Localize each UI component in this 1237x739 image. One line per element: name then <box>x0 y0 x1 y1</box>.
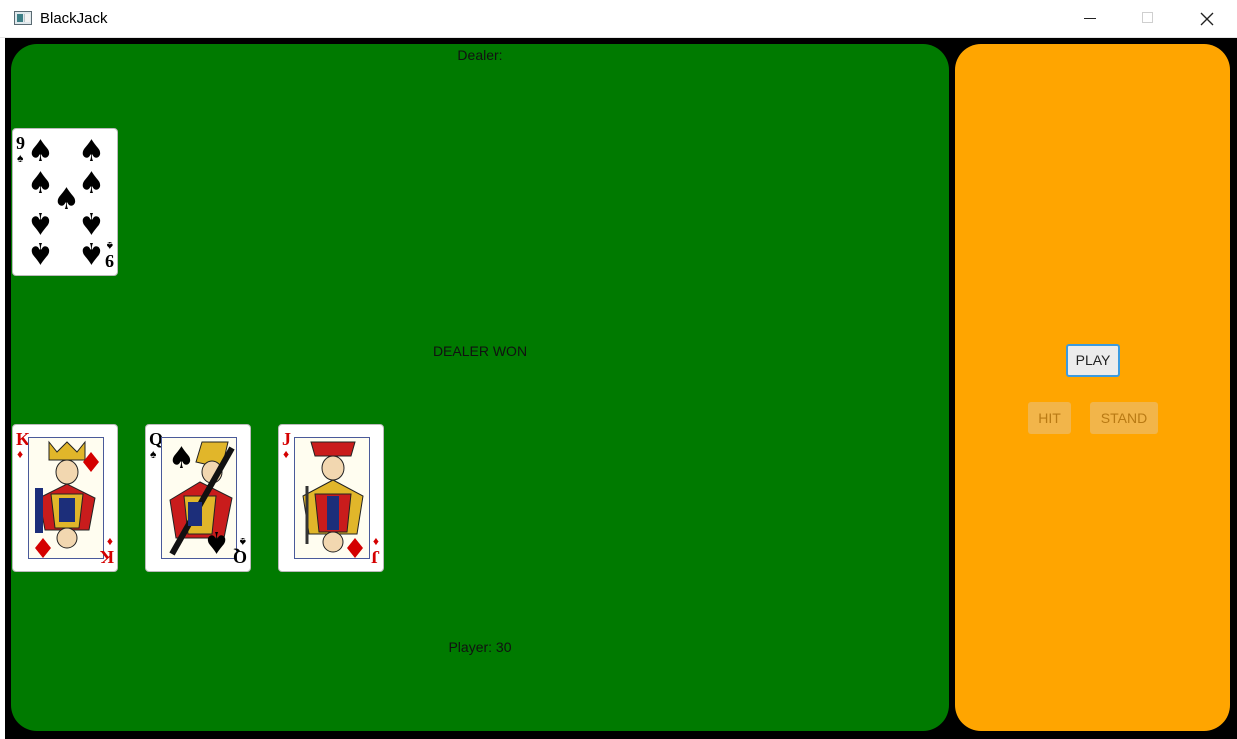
queen-face-illustration: ♠ ♠ <box>161 437 237 559</box>
card-corner: Q ♠ <box>232 535 247 567</box>
card-corner: J ♦ <box>371 535 380 567</box>
close-icon <box>1200 12 1214 26</box>
maximize-button[interactable] <box>1119 0 1177 38</box>
app-window-icon <box>14 11 32 25</box>
maximize-icon <box>1142 12 1153 23</box>
dealer-card-9-spades: 9 ♠ ♠ ♠ ♠ ♠ ♠ ♠ ♠ ♠ ♠ 9 ♠ <box>12 128 118 276</box>
title-bar: BlackJack <box>0 0 1237 38</box>
spade-pip: ♠ <box>78 166 105 201</box>
spade-pip: ♠ <box>78 205 105 240</box>
window-content: Dealer: 9 ♠ ♠ ♠ ♠ ♠ ♠ ♠ ♠ ♠ ♠ 9 ♠ DEALER W… <box>5 38 1237 739</box>
dealer-label: Dealer: <box>457 47 503 63</box>
card-corner: 9 ♠ <box>105 239 114 271</box>
player-card-king-diamonds: K ♦ K ♦ <box>12 424 118 572</box>
player-card-queen-spades: Q ♠ ♠ ♠ Q ♠ <box>145 424 251 572</box>
svg-text:♠: ♠ <box>168 441 195 476</box>
game-result-text: DEALER WON <box>432 343 528 359</box>
minimize-icon <box>1084 18 1096 19</box>
card-corner: K ♦ <box>99 535 114 567</box>
player-card-jack-diamonds: J ♦ J ♦ <box>278 424 384 572</box>
play-button[interactable]: PLAY <box>1066 344 1120 377</box>
close-button[interactable] <box>1178 0 1236 38</box>
hit-button[interactable]: HIT <box>1028 402 1071 434</box>
window-title: BlackJack <box>40 10 108 27</box>
spade-pip: ♠ <box>27 205 54 240</box>
minimize-button[interactable] <box>1062 0 1120 38</box>
spade-pip: ♠ <box>53 182 80 217</box>
controls-panel: PLAY HIT STAND <box>955 44 1230 731</box>
card-corner: 9 ♠ <box>16 133 25 165</box>
card-corner: J ♦ <box>282 429 291 461</box>
svg-text:♠: ♠ <box>203 524 230 559</box>
player-score-label: Player: 30 <box>448 639 512 655</box>
spade-pip: ♠ <box>27 166 54 201</box>
spade-pip: ♠ <box>27 134 54 169</box>
spade-pip: ♠ <box>27 235 54 270</box>
spade-pip: ♠ <box>78 134 105 169</box>
jack-face-illustration <box>294 437 370 559</box>
stand-button[interactable]: STAND <box>1090 402 1158 434</box>
king-face-illustration <box>28 437 104 559</box>
game-table: Dealer: 9 ♠ ♠ ♠ ♠ ♠ ♠ ♠ ♠ ♠ ♠ 9 ♠ DEALER W… <box>11 44 949 731</box>
spade-pip: ♠ <box>78 235 105 270</box>
